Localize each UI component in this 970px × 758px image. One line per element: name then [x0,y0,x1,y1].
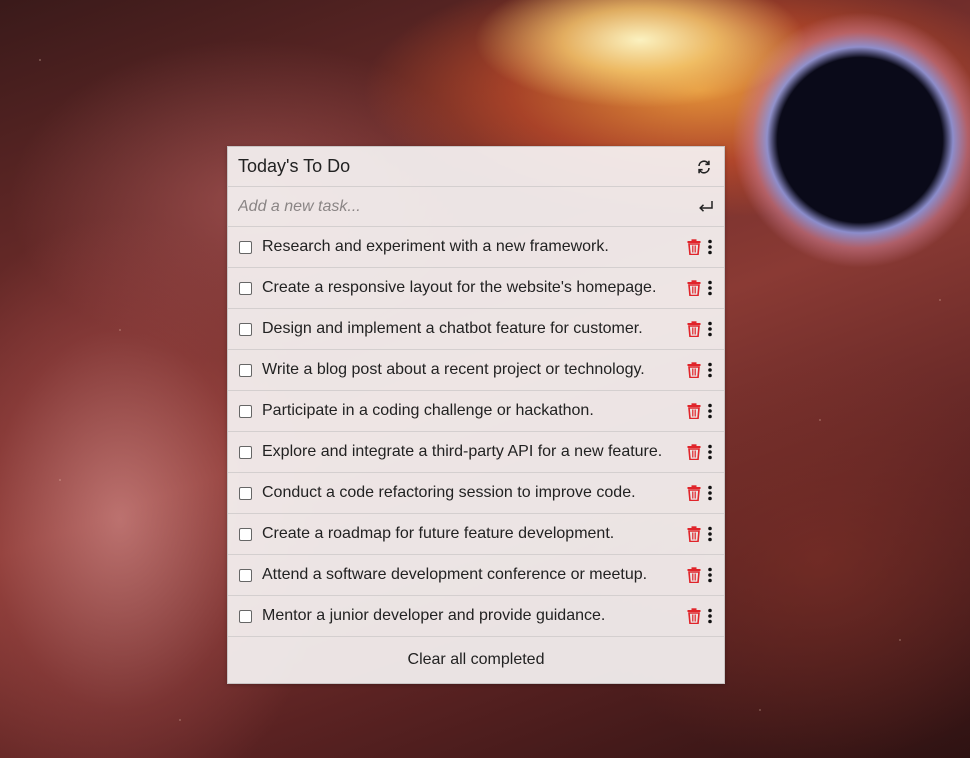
task-checkbox[interactable] [239,240,252,254]
task-checkbox[interactable] [239,363,252,377]
clear-completed-button[interactable]: Clear all completed [228,637,724,683]
todo-panel: Today's To Do Research and experiment wi… [227,146,725,684]
new-task-input[interactable] [238,197,678,216]
more-vertical-icon[interactable] [706,403,714,419]
task-checkbox[interactable] [239,404,252,418]
task-checkbox[interactable] [239,281,252,295]
task-item: Attend a software development conference… [228,555,724,596]
more-vertical-icon[interactable] [706,280,714,296]
panel-header: Today's To Do [228,147,724,187]
task-text: Design and implement a chatbot feature f… [262,320,643,337]
trash-icon[interactable] [687,485,701,501]
task-text: Conduct a code refactoring session to im… [262,484,636,501]
task-checkbox[interactable] [239,568,252,582]
trash-icon[interactable] [687,403,701,419]
more-vertical-icon[interactable] [706,239,714,255]
task-actions [687,567,714,583]
task-checkbox[interactable] [239,609,252,623]
trash-icon[interactable] [687,321,701,337]
task-actions [687,239,714,255]
trash-icon[interactable] [687,239,701,255]
task-item: Create a roadmap for future feature deve… [228,514,724,555]
more-vertical-icon[interactable] [706,321,714,337]
task-actions [687,608,714,624]
task-item: Explore and integrate a third-party API … [228,432,724,473]
trash-icon[interactable] [687,362,701,378]
task-checkbox[interactable] [239,486,252,500]
more-vertical-icon[interactable] [706,608,714,624]
task-text: Research and experiment with a new frame… [262,238,609,255]
task-actions [687,321,714,337]
task-checkbox[interactable] [239,527,252,541]
task-item: Mentor a junior developer and provide gu… [228,596,724,637]
trash-icon[interactable] [687,567,701,583]
task-text: Create a responsive layout for the websi… [262,279,657,296]
task-item: Write a blog post about a recent project… [228,350,724,391]
task-checkbox[interactable] [239,322,252,336]
task-text: Mentor a junior developer and provide gu… [262,607,606,624]
more-vertical-icon[interactable] [706,526,714,542]
trash-icon[interactable] [687,280,701,296]
task-item: Design and implement a chatbot feature f… [228,309,724,350]
new-task-row [228,187,724,227]
more-vertical-icon[interactable] [706,485,714,501]
task-actions [687,526,714,542]
task-text: Attend a software development conference… [262,566,648,583]
task-actions [687,444,714,460]
task-list: Research and experiment with a new frame… [228,227,724,637]
task-text: Explore and integrate a third-party API … [262,443,663,460]
trash-icon[interactable] [687,444,701,460]
task-text: Participate in a coding challenge or hac… [262,402,594,419]
task-actions [687,362,714,378]
task-item: Participate in a coding challenge or hac… [228,391,724,432]
task-checkbox[interactable] [239,445,252,459]
more-vertical-icon[interactable] [706,567,714,583]
task-text: Create a roadmap for future feature deve… [262,525,615,542]
page-title: Today's To Do [238,156,351,176]
task-text: Write a blog post about a recent project… [262,361,645,378]
enter-icon[interactable] [696,197,716,217]
task-actions [687,403,714,419]
refresh-icon[interactable] [694,157,714,177]
trash-icon[interactable] [687,526,701,542]
trash-icon[interactable] [687,608,701,624]
more-vertical-icon[interactable] [706,362,714,378]
more-vertical-icon[interactable] [706,444,714,460]
task-item: Create a responsive layout for the websi… [228,268,724,309]
task-actions [687,280,714,296]
task-item: Conduct a code refactoring session to im… [228,473,724,514]
task-actions [687,485,714,501]
task-item: Research and experiment with a new frame… [228,227,724,268]
